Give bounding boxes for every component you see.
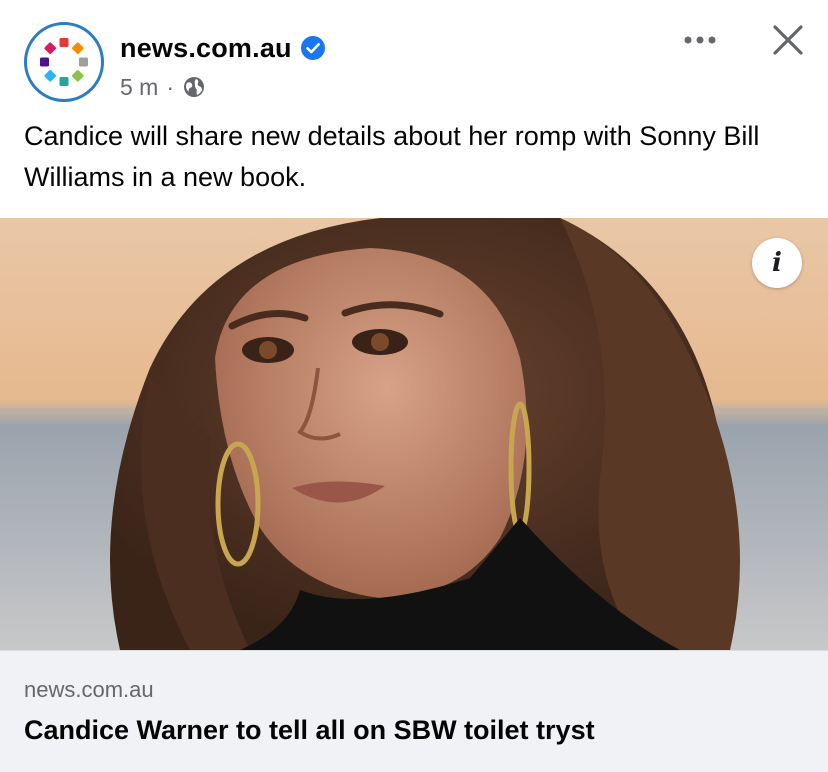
link-title[interactable]: Candice Warner to tell all on SBW toilet… [24,715,595,746]
info-icon: i [772,248,782,278]
verified-badge-icon [300,36,325,60]
page-avatar[interactable] [24,22,104,102]
link-preview[interactable]: news.com.au Candice Warner to tell all o… [0,650,828,772]
more-options-icon [684,36,716,44]
news-logo-icon [40,38,88,86]
portrait-photo [0,218,828,650]
post-image[interactable] [0,218,828,650]
page-name-row: news.com.au [120,30,326,66]
post-meta: 5 m · [120,72,206,102]
globe-icon[interactable] [182,75,206,99]
close-icon [773,25,803,55]
post-timestamp[interactable]: 5 m [120,74,158,101]
more-options-button[interactable] [678,26,722,54]
info-button[interactable]: i [752,238,802,288]
post-caption: Candice will share new details about her… [24,121,760,192]
page-name[interactable]: news.com.au [120,33,292,64]
link-domain: news.com.au [24,677,154,702]
meta-separator: · [166,73,175,100]
post-header: news.com.au 5 m · [0,0,828,110]
close-button[interactable] [766,18,810,62]
